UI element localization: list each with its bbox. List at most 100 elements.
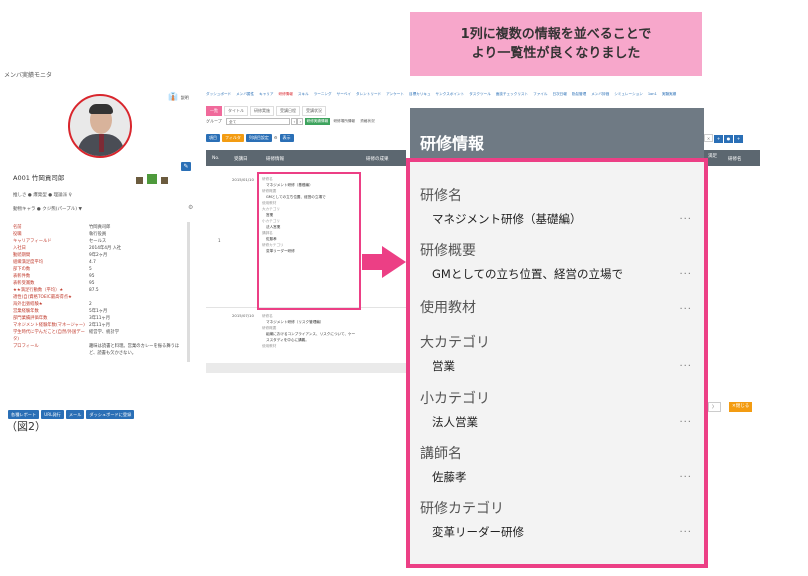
mini-value: 組織におけるコンプライアンス、リスクについて、ケーススタディを中心に講義。 [266, 332, 356, 342]
profile-row: 役職 執行役員 [13, 231, 181, 238]
profile-row: 名前 竹岡貢司郎 [13, 224, 181, 231]
edit-icon[interactable]: ✎ [181, 162, 191, 171]
pill-training[interactable]: 研修実績情報 [304, 118, 331, 125]
nav-item[interactable]: 1on1 [648, 92, 657, 96]
tab-schedule[interactable]: 受講日程 [276, 106, 300, 116]
profile-row: 表彰件数 95 [13, 273, 181, 280]
zoom-highlight-frame [406, 158, 708, 568]
next-icon[interactable]: › [297, 118, 304, 125]
nav-item[interactable]: ラーニング [314, 92, 332, 96]
tie-icon: 👔 説明 [168, 92, 189, 101]
nav-item[interactable]: 勤怠管理 [572, 92, 586, 96]
profile-row: 部門業績評価年数 3年11ヶ月 [13, 315, 181, 322]
profile-panel: 👔 説明 ✎ A001 竹岡貢司郎 推しさ ● 爆発型 ● 理論派 ♀ 動物キャ… [4, 84, 194, 396]
callout-line2: より一覧性が良くなりました [471, 46, 641, 61]
profile-key: 入社日 [13, 246, 26, 251]
profile-row: 表彰受賞数 95 [13, 280, 181, 287]
dashboard-register-button[interactable]: ダッシュボードに登録 [86, 410, 135, 419]
profile-key: 営業経験年数 [13, 309, 39, 314]
pill-place[interactable]: 研修場所情報 [331, 118, 357, 125]
row-date: 2015/01/10 [232, 177, 254, 182]
profile-row: キャリアフィールド セールス [13, 238, 181, 245]
nav-item[interactable]: サンクスポイント [436, 92, 465, 96]
profile-table: 名前 竹岡貢司郎役職 執行役員 キャリアフィールド セールス 入社日 2014年4月 入社勤… [13, 224, 181, 357]
meta-animal: 動物キャラ ● クジ熊(パープル) ▼ [13, 207, 82, 212]
nav-item[interactable]: タレントリード [356, 92, 381, 96]
nav-item[interactable]: 面談チェックリスト [496, 92, 528, 96]
nav-item[interactable]: メンバ評価 [591, 92, 609, 96]
profile-key: 組織満足度平均 [13, 260, 44, 265]
nav-item[interactable]: キャリア [259, 92, 273, 96]
profile-key: 名前 [13, 225, 22, 230]
items-button[interactable]: 項目 [206, 134, 220, 142]
tab-implement[interactable]: 研修実施 [250, 106, 274, 116]
col-info: 研修情報 [266, 157, 284, 162]
profile-value: 竹岡貢司郎 [89, 225, 111, 230]
profile-row: 組織満足度平均 4.7 [13, 259, 181, 266]
pager-button[interactable]: 〉 [708, 402, 721, 412]
profile-key: 学生時代に学んだこと(自然/外国データ) [13, 330, 85, 342]
nav-item[interactable]: ダッシュボード [206, 92, 231, 96]
nav-item[interactable]: スキル [298, 92, 309, 96]
nav-item[interactable]: 実験実績 [662, 92, 676, 96]
mini-pictures [136, 174, 172, 186]
profile-row: 部下の数 5 [13, 266, 181, 273]
mail-button[interactable]: メール [65, 410, 85, 419]
profile-value: 4.7 [89, 260, 96, 265]
main-nav: ダッシュボード メンバ属性 キャリア 研修情報 スキル ラーニング サーベイ タレントリード ア… [206, 92, 762, 97]
close-button[interactable]: ✕閉じる [729, 402, 753, 412]
nav-item[interactable]: アンケート [386, 92, 404, 96]
pill-qualification[interactable]: 資格状況 [358, 118, 376, 125]
profile-key: ★★満足行動数（平均）★ [13, 288, 64, 293]
nav-item[interactable]: シミュレーション [614, 92, 643, 96]
add-icon[interactable]: + [714, 135, 723, 143]
profile-key: 役職 [13, 232, 22, 237]
profile-value: 3年11ヶ月 [89, 316, 111, 321]
nav-item[interactable]: タスクツール [469, 92, 491, 96]
columns-button[interactable]: 列項目設定 [245, 134, 272, 142]
profile-key: マネジメント経験年数(マネージャー) [13, 323, 85, 328]
profile-key: 表彰件数 [13, 274, 31, 279]
profile-value: 執行役員 [89, 232, 107, 237]
group-label: グループ [206, 118, 222, 124]
settings-icon[interactable]: ⚙ [274, 135, 278, 140]
profile-row: ★★満足行動数（平均）★ 87.5 [13, 287, 181, 294]
profile-row: 適性(自)資格TOEIC最高得点★ [13, 294, 181, 301]
close-icon[interactable]: ✕ [704, 134, 713, 142]
profile-value: 5 [89, 267, 92, 272]
profile-key: 部門業績評価年数 [13, 316, 48, 321]
filter-button[interactable]: フィルタ [222, 134, 244, 142]
profile-value: 87.5 [89, 288, 99, 293]
gear-icon[interactable]: ⚙ [188, 204, 193, 211]
tab-list[interactable]: 一覧 [206, 106, 222, 116]
profile-key: 部下の数 [13, 267, 31, 272]
toolbar: 項目 フィルタ 列項目設定 ⚙ 表示 [206, 134, 296, 142]
row-date-2: 2015/07/10 [232, 313, 254, 318]
profile-key: プロフィール [13, 344, 39, 349]
profile-row: 海外出張経験★ 2 [13, 301, 181, 308]
user-add-icon[interactable]: + [734, 135, 743, 143]
settings-icon-2[interactable]: ● [724, 135, 733, 143]
nav-item[interactable]: 研修情報 [279, 92, 293, 96]
group-select[interactable]: 全て [226, 118, 291, 125]
profile-value: 2年11ヶ月 [89, 323, 111, 328]
scrollbar[interactable] [187, 222, 190, 362]
nav-item[interactable]: 目標カリキュ [409, 92, 431, 96]
tab-status[interactable]: 受講状況 [302, 106, 326, 116]
nav-item[interactable]: サーベイ [337, 92, 351, 96]
profile-key: 勤続期間 [13, 253, 31, 258]
grid-header: No. 受講日 研修情報 研修の成果 [206, 150, 406, 166]
display-button[interactable]: 表示 [279, 134, 294, 142]
nav-item[interactable]: ファイル [533, 92, 547, 96]
profile-row: 入社日 2014年4月 入社 [13, 245, 181, 252]
profile-value [89, 294, 181, 301]
tab-title[interactable]: タイトル [224, 106, 248, 116]
profile-key: 表彰受賞数 [13, 281, 35, 286]
nav-item[interactable]: メンバ属性 [236, 92, 254, 96]
grid-controls: ✕ + ● + [704, 134, 744, 143]
profile-row: マネジメント経験年数(マネージャー) 2年11ヶ月 [13, 322, 181, 329]
col-satisfaction: 満足 [708, 154, 717, 159]
nav-item[interactable]: 日次日報 [552, 92, 566, 96]
scroll-strip[interactable] [206, 363, 406, 373]
profile-value: 5年1ヶ月 [89, 309, 108, 314]
